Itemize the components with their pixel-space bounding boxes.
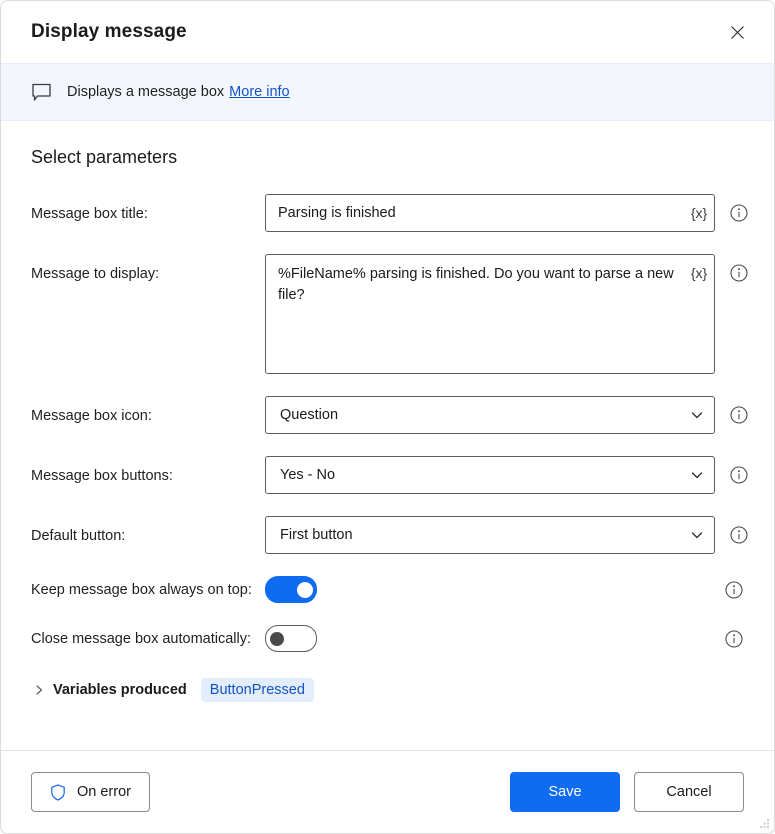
row-message-box-buttons: Message box buttons: Yes - No [31, 456, 744, 494]
dialog-body: Select parameters Message box title: Par… [1, 121, 774, 750]
message-box-icon-value: Question [280, 407, 338, 423]
dialog-titlebar: Display message [1, 1, 774, 63]
variables-produced-label[interactable]: Variables produced [53, 682, 187, 698]
on-error-button[interactable]: On error [31, 772, 150, 812]
more-info-link[interactable]: More info [229, 84, 289, 100]
message-to-display-value: %FileName% parsing is finished. Do you w… [278, 266, 678, 303]
resize-grip-icon[interactable] [757, 816, 770, 829]
row-message-box-title: Message box title: Parsing is finished {… [31, 194, 744, 232]
toggle-knob [270, 632, 284, 646]
variable-chip-buttonpressed[interactable]: ButtonPressed [201, 678, 314, 702]
variables-produced-section: Variables produced ButtonPressed [31, 678, 744, 702]
display-message-dialog: Display message Displays a message box M… [0, 0, 775, 834]
label-message-box-buttons: Message box buttons: [31, 456, 265, 486]
label-message-to-display: Message to display: [31, 254, 265, 284]
on-error-label: On error [77, 784, 131, 800]
label-close-automatically: Close message box automatically: [31, 631, 265, 647]
label-message-box-title: Message box title: [31, 194, 265, 224]
message-box-buttons-value: Yes - No [280, 467, 335, 483]
message-box-title-value: Parsing is finished [278, 205, 396, 221]
shield-icon [50, 784, 67, 801]
close-icon [730, 25, 745, 40]
chevron-down-icon [690, 408, 704, 422]
variable-picker-icon-title[interactable]: {x} [684, 195, 714, 231]
row-close-automatically: Close message box automatically: [31, 625, 744, 652]
message-box-icon-select[interactable]: Question [265, 396, 715, 434]
message-box-buttons-select[interactable]: Yes - No [265, 456, 715, 494]
info-icon-message-box-icon[interactable] [729, 405, 749, 425]
toggle-knob [297, 582, 313, 598]
info-icon-message-box-buttons[interactable] [729, 465, 749, 485]
default-button-select[interactable]: First button [265, 516, 715, 554]
chevron-right-icon[interactable] [31, 682, 47, 698]
section-title: Select parameters [31, 147, 744, 168]
message-box-title-input[interactable]: Parsing is finished {x} [265, 194, 715, 232]
default-button-value: First button [280, 527, 353, 543]
page-title: Display message [31, 21, 718, 43]
keep-on-top-toggle[interactable] [265, 576, 317, 603]
save-label: Save [548, 784, 581, 800]
info-banner: Displays a message box More info [1, 63, 774, 121]
variable-picker-icon-message[interactable]: {x} [684, 255, 714, 373]
info-icon-default-button[interactable] [729, 525, 749, 545]
banner-description: Displays a message box [67, 84, 224, 100]
row-message-to-display: Message to display: %FileName% parsing i… [31, 254, 744, 374]
info-icon-message-to-display[interactable] [729, 263, 749, 283]
label-message-box-icon: Message box icon: [31, 396, 265, 426]
save-button[interactable]: Save [510, 772, 620, 812]
dialog-footer: On error Save Cancel [1, 750, 774, 833]
cancel-label: Cancel [666, 784, 711, 800]
row-default-button: Default button: First button [31, 516, 744, 554]
info-icon-close-automatically[interactable] [724, 629, 744, 649]
cancel-button[interactable]: Cancel [634, 772, 744, 812]
row-message-box-icon: Message box icon: Question [31, 396, 744, 434]
close-automatically-toggle[interactable] [265, 625, 317, 652]
message-to-display-input[interactable]: %FileName% parsing is finished. Do you w… [265, 254, 715, 374]
row-keep-on-top: Keep message box always on top: [31, 576, 744, 603]
chevron-down-icon [690, 528, 704, 542]
close-button[interactable] [718, 15, 756, 49]
info-icon-keep-on-top[interactable] [724, 580, 744, 600]
label-default-button: Default button: [31, 516, 265, 546]
message-bubble-icon [31, 81, 53, 103]
info-icon-message-box-title[interactable] [729, 203, 749, 223]
chevron-down-icon [690, 468, 704, 482]
label-keep-on-top: Keep message box always on top: [31, 582, 265, 598]
